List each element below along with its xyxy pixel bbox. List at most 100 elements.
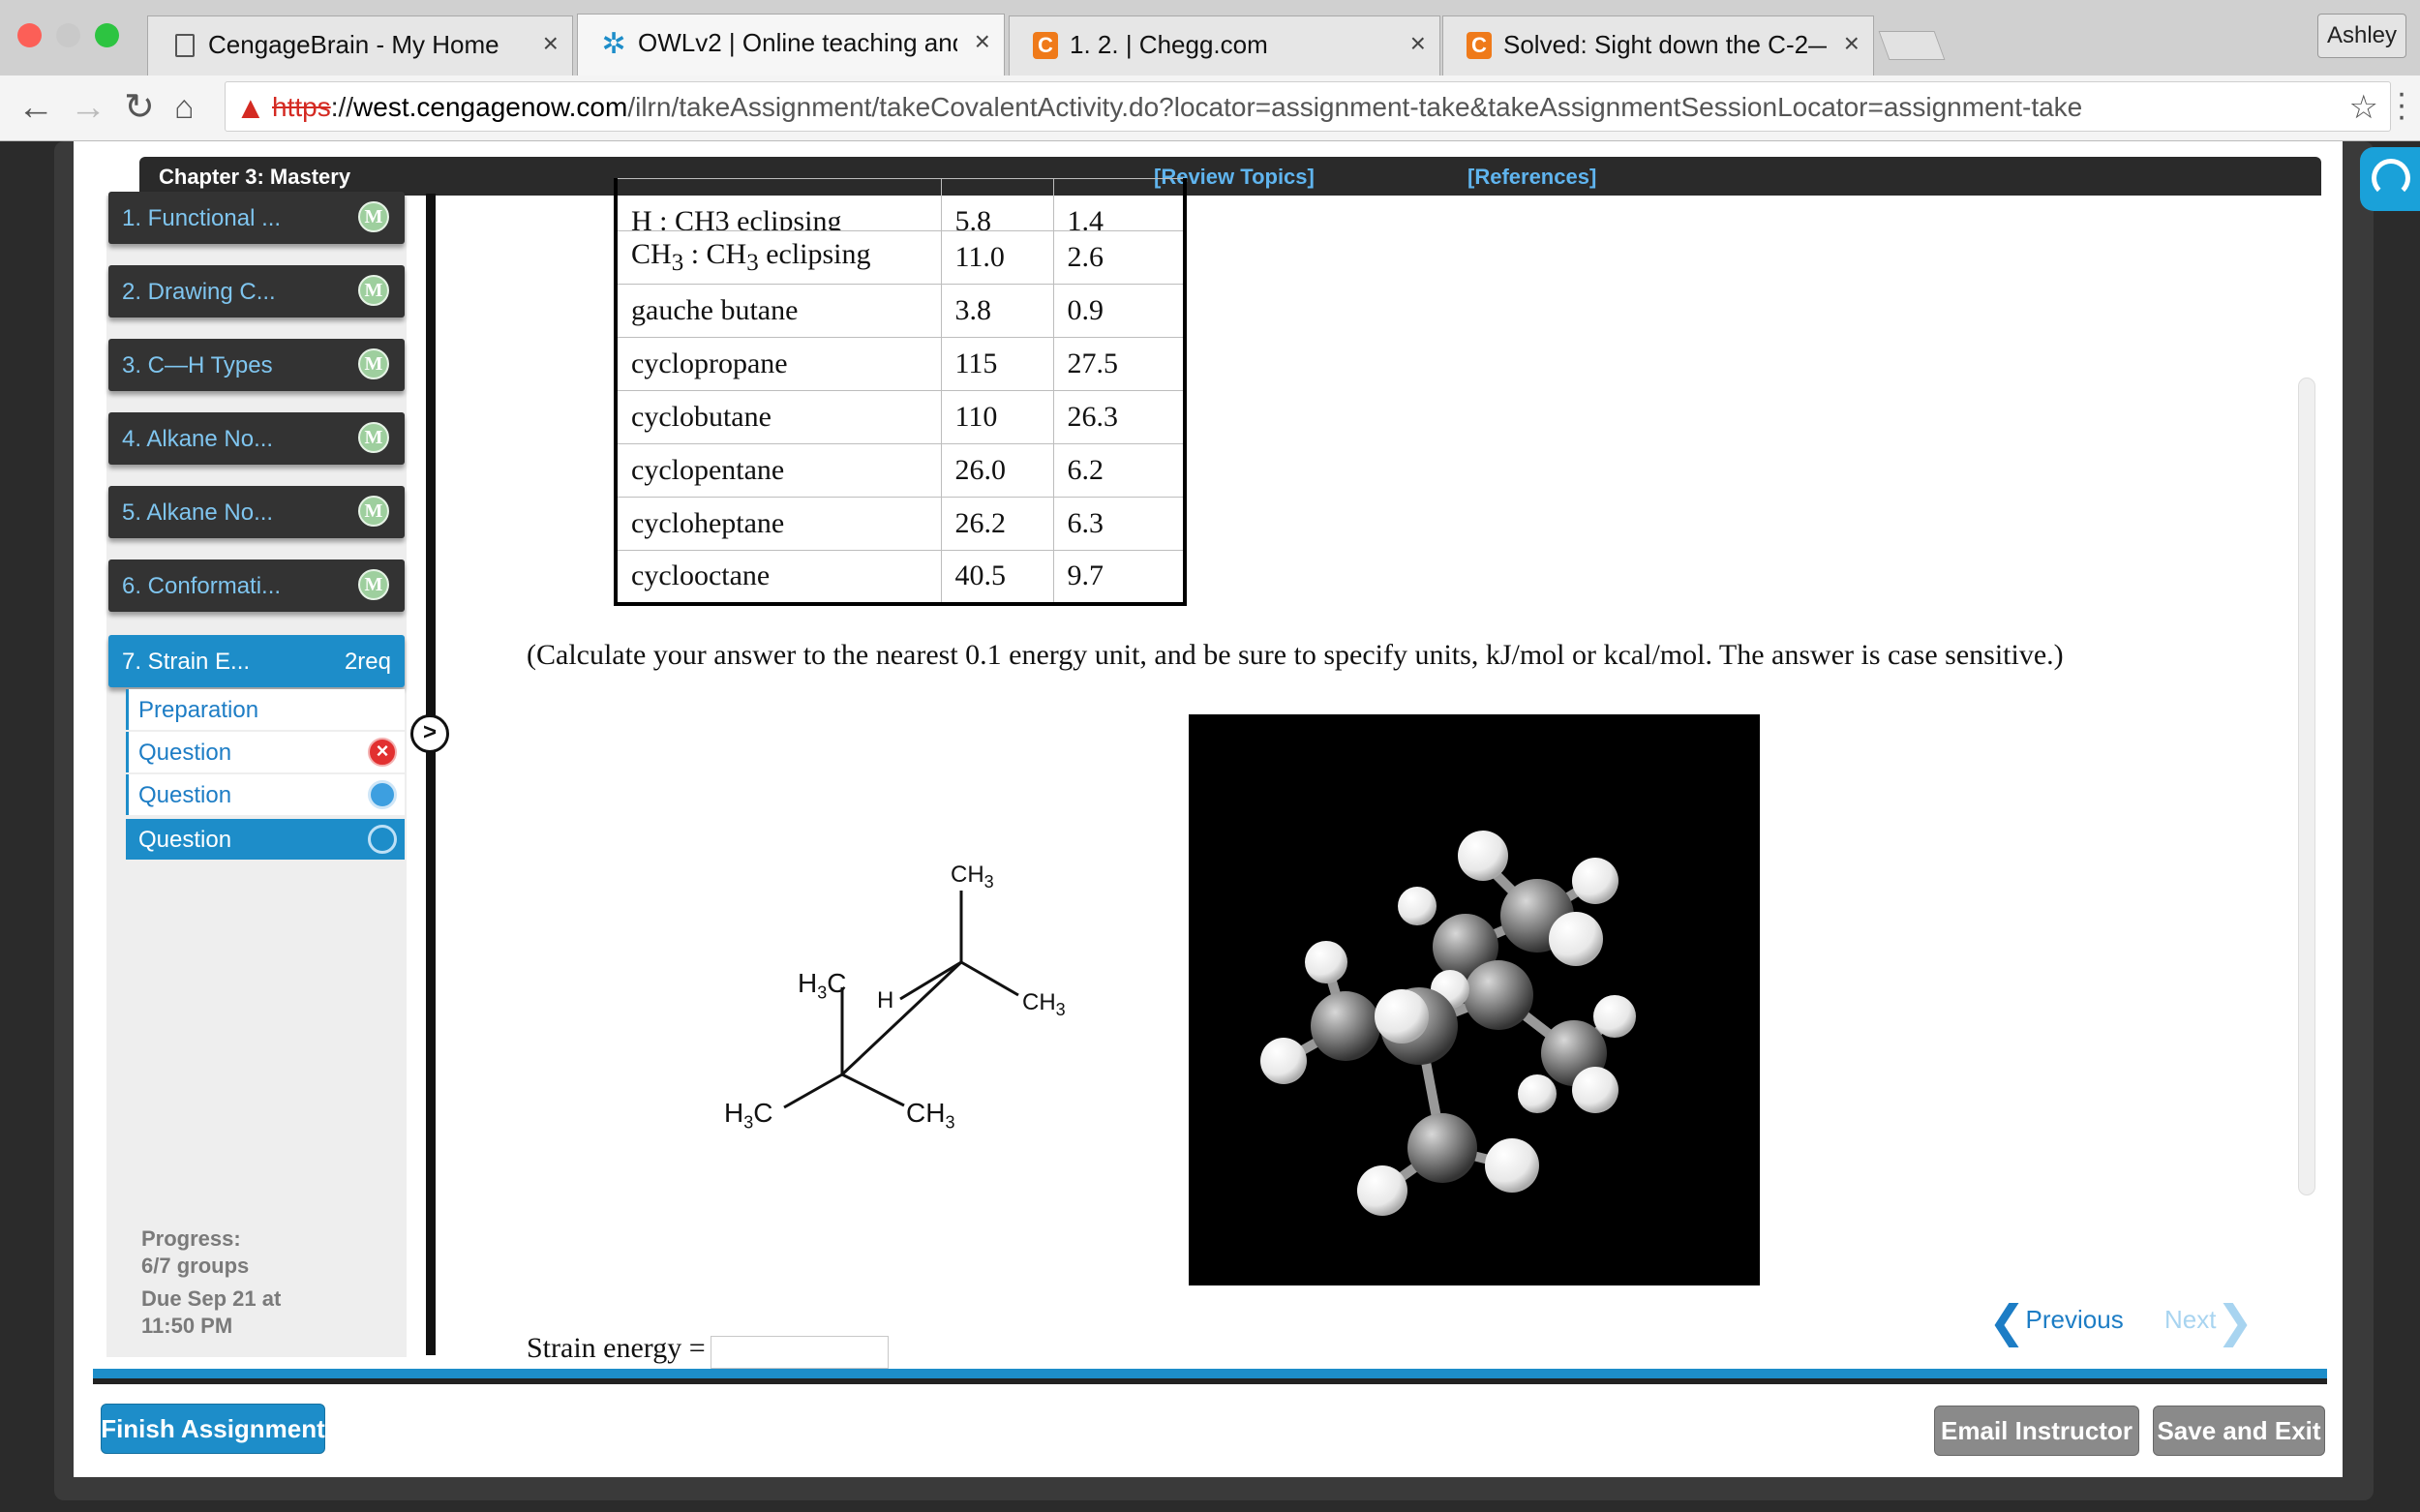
profile-button[interactable]: Ashley [2317, 14, 2406, 58]
help-headset-button[interactable] [2360, 147, 2420, 211]
structural-formula: CH3 CH3 H H3C H3C CH3 [697, 842, 1162, 1162]
table-cell: 2.6 [1052, 230, 1186, 285]
security-warning-icon[interactable]: ▲ [235, 90, 266, 126]
table-cell: cyclopentane [615, 443, 942, 498]
table-row: CH3 : CH3 eclipsing 11.0 2.6 [615, 230, 1186, 285]
close-window-icon[interactable] [17, 23, 42, 47]
table-cell: 9.7 [1052, 550, 1186, 604]
due-date-label: Due Sep 21 at [141, 1286, 282, 1311]
headset-icon [2372, 159, 2410, 197]
sidebar-item-functional[interactable]: 1. Functional ... M [108, 192, 405, 244]
close-tab-icon[interactable]: × [1844, 28, 1860, 59]
table-cell: 6.2 [1052, 443, 1186, 498]
table-row: H : CH3 eclipsing 5.8 1.4 [615, 178, 1186, 231]
hydrogen-label: H [877, 987, 894, 1013]
previous-button[interactable]: ❮Previous [1988, 1295, 2124, 1347]
sidebar-item-alkane-4[interactable]: 4. Alkane No... M [108, 412, 405, 465]
bookmark-star-icon[interactable]: ☆ [2349, 88, 2378, 127]
browser-menu-icon[interactable]: · · · [2395, 76, 2408, 133]
collapse-sidebar-button[interactable]: > [410, 714, 449, 753]
content-scrollbar[interactable] [2298, 378, 2315, 1195]
table-cell: 26.0 [940, 443, 1054, 498]
loading-spinner-icon: ✲ [601, 27, 626, 60]
new-tab-button[interactable] [1878, 31, 1946, 60]
document-icon [175, 34, 195, 57]
tab-owlv2[interactable]: ✲ OWLv2 | Online teaching and le × [577, 14, 1005, 76]
sidebar-subitem-preparation[interactable]: Preparation [126, 689, 405, 730]
sidebar-subitem-question-3[interactable]: Question [126, 819, 405, 860]
address-bar[interactable]: ▲ https://west.cengagenow.com/ilrn/takeA… [225, 81, 2391, 132]
table-cell: CH3 : CH3 eclipsing [615, 230, 942, 285]
tab-title: 1. 2. | Chegg.com [1070, 30, 1268, 59]
molecule-3d-viewer[interactable] [1189, 714, 1760, 1285]
tab-title: OWLv2 | Online teaching and le [638, 28, 957, 57]
strain-energy-label: Strain energy = [527, 1332, 706, 1364]
table-cell: cyclopropane [615, 337, 942, 391]
sidebar-subitem-label: Preparation [138, 697, 259, 723]
tab-chegg[interactable]: C 1. 2. | Chegg.com × [1009, 15, 1440, 76]
assignment-header: Chapter 3: Mastery [Review Topics] [Refe… [139, 157, 2321, 196]
close-tab-icon[interactable]: × [975, 26, 990, 57]
incorrect-icon: × [368, 738, 397, 767]
browser-toolbar: ← → ↻ ⌂ ▲ https://west.cengagenow.com/il… [0, 76, 2420, 141]
sidebar-item-label: 1. Functional ... [122, 205, 282, 231]
mastery-badge-icon: M [358, 496, 389, 527]
tab-title: CengageBrain - My Home [208, 30, 499, 59]
progress-info: Progress: 6/7 groups Due Sep 21 at 11:50… [141, 1225, 281, 1340]
url-text: https://west.cengagenow.com/ilrn/takeAss… [272, 92, 2083, 122]
save-and-exit-button[interactable]: Save and Exit [2153, 1406, 2325, 1456]
chegg-logo-icon: C [1467, 32, 1492, 59]
finish-assignment-button[interactable]: Finish Assignment [101, 1404, 325, 1454]
chevron-right-icon: ❯ [2216, 1296, 2254, 1346]
table-cell: 40.5 [940, 550, 1054, 604]
sidebar-item-label: 5. Alkane No... [122, 499, 274, 526]
sidebar-item-label: 4. Alkane No... [122, 426, 274, 452]
sidebar-divider [426, 194, 436, 1355]
sidebar-subitem-label: Question [138, 827, 232, 853]
chevron-left-icon: ❮ [1988, 1296, 2026, 1346]
table-cell: 26.2 [940, 497, 1054, 551]
browser-tab-strip: CengageBrain - My Home × ✲ OWLv2 | Onlin… [0, 0, 2420, 76]
progress-label: Progress: [141, 1226, 241, 1251]
references-link[interactable]: [References] [1467, 165, 1596, 190]
table-row: cyclopropane 115 27.5 [615, 337, 1186, 391]
sidebar-subitem-label: Question [138, 782, 232, 808]
footer-divider [93, 1369, 2327, 1384]
sidebar-subitem-question-2[interactable]: Question [126, 774, 405, 815]
table-cell: H : CH3 eclipsing [615, 178, 942, 231]
methyl-lower-right-label: CH3 [906, 1098, 955, 1133]
current-status-icon [368, 825, 397, 854]
tab-cengagebrain[interactable]: CengageBrain - My Home × [147, 15, 573, 76]
sidebar-item-ch-types[interactable]: 3. C—H Types M [108, 339, 405, 391]
next-button[interactable]: Next❯ [2164, 1295, 2254, 1347]
table-row: cyclooctane 40.5 9.7 [615, 550, 1186, 604]
sidebar-item-label: 6. Conformati... [122, 573, 282, 599]
methyl-top-label: CH3 [951, 862, 994, 892]
tab-chegg-solved[interactable]: C Solved: Sight down the C-2—C × [1442, 15, 1874, 76]
forward-icon[interactable]: → [70, 87, 106, 128]
mastery-badge-icon: M [358, 348, 389, 379]
maximize-window-icon[interactable] [95, 23, 119, 47]
email-instructor-button[interactable]: Email Instructor [1934, 1406, 2139, 1456]
chegg-logo-icon: C [1033, 32, 1058, 59]
reload-icon[interactable]: ↻ [124, 87, 155, 128]
sidebar-item-strain-energy[interactable]: 7. Strain E... 2req [108, 635, 405, 687]
due-time-label: 11:50 PM [141, 1314, 233, 1338]
minimize-window-icon[interactable] [56, 23, 80, 47]
methyl-upper-left-label: H3C [798, 968, 847, 1003]
table-cell: cyclooctane [615, 550, 942, 604]
sidebar-item-alkane-5[interactable]: 5. Alkane No... M [108, 486, 405, 538]
sidebar-item-conformations[interactable]: 6. Conformati... M [108, 559, 405, 612]
sidebar-item-label: 7. Strain E... [122, 649, 251, 675]
table-row: cyclobutane 110 26.3 [615, 390, 1186, 444]
back-icon[interactable]: ← [17, 87, 54, 128]
sidebar-subitem-question-1[interactable]: Question × [126, 732, 405, 772]
table-cell: 110 [940, 390, 1054, 444]
home-icon[interactable]: ⌂ [174, 87, 195, 128]
progress-value: 6/7 groups [141, 1254, 250, 1278]
close-tab-icon[interactable]: × [543, 28, 559, 59]
close-tab-icon[interactable]: × [1410, 28, 1426, 59]
question-instructions: (Calculate your answer to the nearest 0.… [527, 639, 2064, 671]
strain-energy-input[interactable] [711, 1336, 889, 1369]
sidebar-item-drawing[interactable]: 2. Drawing C... M [108, 265, 405, 318]
